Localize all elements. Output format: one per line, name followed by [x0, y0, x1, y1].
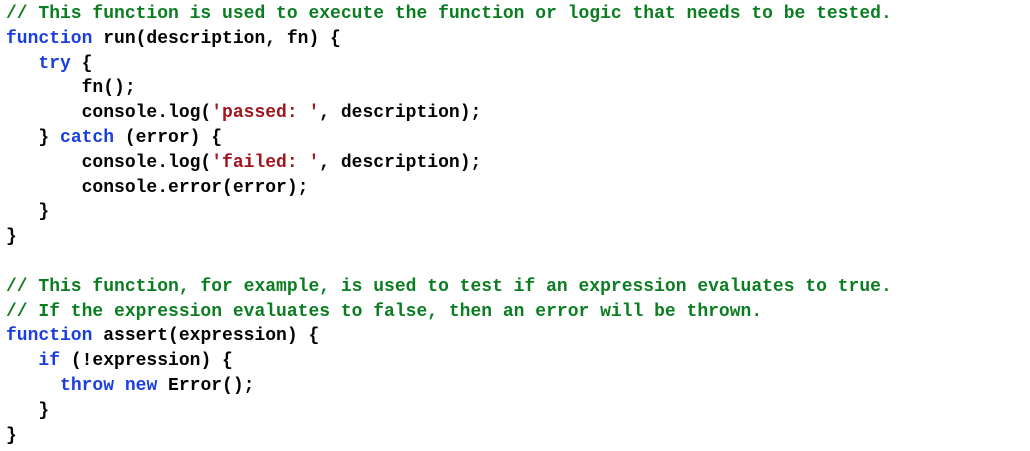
code-text: } [6, 425, 17, 446]
code-string: 'failed: ' [211, 152, 320, 173]
code-text: console.error(error); [6, 177, 309, 198]
code-text: Error(); [157, 375, 255, 396]
code-text: assert(expression) { [92, 326, 320, 347]
code-line: } [6, 225, 1030, 250]
code-text: , description); [319, 152, 482, 173]
code-keyword: throw [60, 375, 115, 396]
code-line: console.error(error); [6, 176, 1030, 201]
code-keyword: try [38, 53, 71, 74]
code-text: } [6, 127, 61, 148]
code-text: (!expression) { [60, 351, 233, 372]
code-editor: // This function is used to execute the … [0, 0, 1030, 451]
code-comment: // If the expression evaluates to false,… [6, 301, 763, 322]
code-keyword: catch [60, 127, 115, 148]
code-keyword: new [124, 375, 158, 396]
code-keyword: if [38, 351, 61, 372]
code-line: console.log('passed: ', description); [6, 101, 1030, 126]
code-keyword: function [6, 28, 93, 49]
code-text: , description); [319, 103, 482, 124]
code-string: 'passed: ' [211, 103, 320, 124]
code-comment: // This function is used to execute the … [6, 4, 892, 24]
code-line: // This function is used to execute the … [6, 2, 1030, 27]
code-line: fn(); [6, 76, 1030, 101]
code-text: fn(); [6, 78, 136, 99]
code-line: function assert(expression) { [6, 324, 1030, 349]
code-text: } [6, 202, 50, 223]
code-line: function run(description, fn) { [6, 27, 1030, 52]
code-line: console.log('failed: ', description); [6, 151, 1030, 176]
code-line: throw new Error(); [6, 374, 1030, 399]
code-line: // If the expression evaluates to false,… [6, 300, 1030, 325]
code-line: } [6, 200, 1030, 225]
code-text: console.log( [6, 103, 212, 124]
code-keyword: function [6, 326, 93, 347]
code-text: { [70, 53, 93, 74]
code-line: if (!expression) { [6, 349, 1030, 374]
code-text: } [6, 400, 50, 421]
code-text: console.log( [6, 152, 212, 173]
code-text: (error) { [114, 127, 223, 148]
code-text: run(description, fn) { [92, 28, 341, 49]
code-line: } [6, 399, 1030, 424]
code-line: } catch (error) { [6, 126, 1030, 151]
code-line: try { [6, 52, 1030, 77]
code-comment: // This function, for example, is used t… [6, 276, 892, 297]
code-line: // This function, for example, is used t… [6, 275, 1030, 300]
code-text: } [6, 227, 17, 248]
code-line: } [6, 424, 1030, 449]
